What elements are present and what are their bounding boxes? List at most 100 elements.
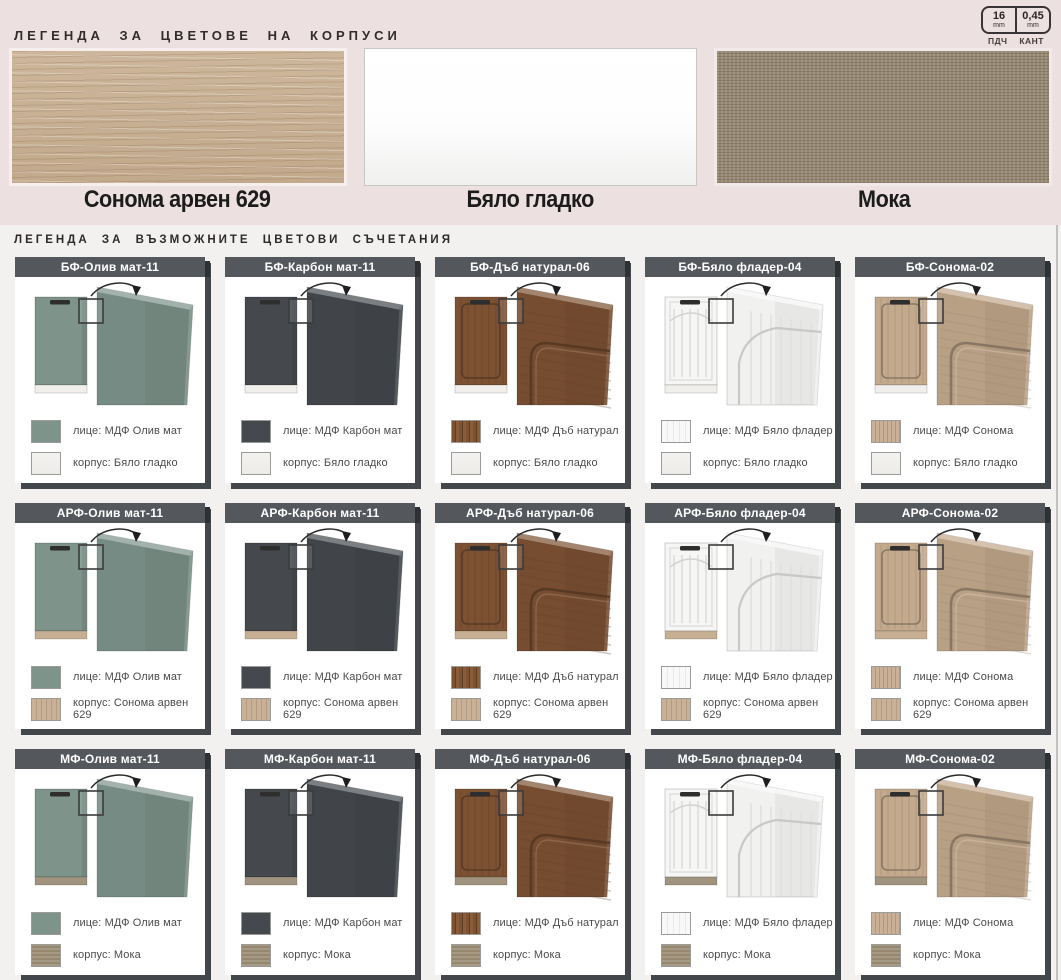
face-label: лице: МДФ Дъб натурал <box>493 917 619 929</box>
cabinet-door-illustration <box>645 769 835 902</box>
combo-card-legend: лице: МДФ Карбон мат корпус: Сонома арве… <box>225 656 415 724</box>
combo-card-legend: лице: МДФ Дъб натурал корпус: Мока <box>435 902 625 970</box>
cabinet-door-illustration <box>645 277 835 410</box>
edge-band-value: 0,45 <box>1022 11 1043 22</box>
body-legend-row: корпус: Сонома арвен 629 <box>31 694 205 724</box>
cabinet-door-illustration <box>225 277 415 410</box>
body-legend-row: корпус: Мока <box>241 940 415 970</box>
swatch-sonoma-arven-629 <box>9 48 347 186</box>
body-label: корпус: Бяло гладко <box>493 457 598 469</box>
body-label: корпус: Сонома арвен 629 <box>283 697 415 721</box>
body-label: корпус: Сонома арвен 629 <box>73 697 205 721</box>
body-label: корпус: Бяло гладко <box>73 457 178 469</box>
body-color-swatch <box>241 944 271 967</box>
face-label: лице: МДФ Бяло фладер <box>703 425 833 437</box>
face-color-swatch <box>31 666 61 689</box>
face-color-swatch <box>661 420 691 443</box>
body-color-swatch <box>241 698 271 721</box>
combo-card: МФ-Карбон мат-11 лице: МДФ Карбон мат ко… <box>225 749 415 975</box>
combo-card: МФ-Бяло фладер-04 лице: МДФ Бяло фладер … <box>645 749 835 975</box>
panel-thickness-unit: mm <box>993 22 1005 30</box>
face-label: лице: МДФ Дъб натурал <box>493 671 619 683</box>
combo-card-legend: лице: МДФ Дъб натурал корпус: Сонома арв… <box>435 656 625 724</box>
face-legend-row: лице: МДФ Олив мат <box>31 416 205 446</box>
combo-card: МФ-Олив мат-11 лице: МДФ Олив мат корпус… <box>15 749 205 975</box>
face-legend-row: лице: МДФ Дъб натурал <box>451 662 625 692</box>
body-label: корпус: Мока <box>913 949 981 961</box>
combo-card-legend: лице: МДФ Сонома корпус: Сонома арвен 62… <box>855 656 1045 724</box>
combo-card-header: МФ-Олив мат-11 <box>15 749 205 769</box>
body-color-swatch <box>871 944 901 967</box>
face-legend-row: лице: МДФ Дъб натурал <box>451 908 625 938</box>
body-label: корпус: Мока <box>73 949 141 961</box>
body-color-swatch <box>661 452 691 475</box>
swatch-name-byalo-gladko: Бяло гладко <box>379 186 682 214</box>
combo-card-legend: лице: МДФ Олив мат корпус: Мока <box>15 902 205 970</box>
body-color-swatch <box>661 944 691 967</box>
edge-band-cell: 0,45 mm <box>1015 8 1049 32</box>
combo-card: АРФ-Сонома-02 лице: МДФ Сонома корпус: С… <box>855 503 1045 729</box>
body-color-swatch <box>451 944 481 967</box>
body-color-swatch <box>451 698 481 721</box>
edge-band-label: КАНТ <box>1019 36 1044 46</box>
face-color-swatch <box>871 666 901 689</box>
face-label: лице: МДФ Бяло фладер <box>703 671 833 683</box>
combo-card: БФ-Дъб натурал-06 лице: МДФ Дъб натурал … <box>435 257 625 483</box>
combo-card-legend: лице: МДФ Карбон мат корпус: Мока <box>225 902 415 970</box>
body-color-swatch <box>241 452 271 475</box>
combo-card-legend: лице: МДФ Бяло фладер корпус: Мока <box>645 902 835 970</box>
face-label: лице: МДФ Сонома <box>913 425 1013 437</box>
combo-card-header: БФ-Бяло фладер-04 <box>645 257 835 277</box>
face-legend-row: лице: МДФ Карбон мат <box>241 662 415 692</box>
combo-card-legend: лице: МДФ Сонома корпус: Бяло гладко <box>855 410 1045 478</box>
body-legend-row: корпус: Сонома арвен 629 <box>451 694 625 724</box>
body-color-swatch <box>871 452 901 475</box>
face-legend-row: лице: МДФ Карбон мат <box>241 416 415 446</box>
body-legend-row: корпус: Сонома арвен 629 <box>871 694 1045 724</box>
cabinet-door-illustration <box>15 769 205 902</box>
face-color-swatch <box>451 912 481 935</box>
swatch-moka <box>714 48 1052 186</box>
body-label: корпус: Бяло гладко <box>913 457 1018 469</box>
body-legend-row: корпус: Бяло гладко <box>241 448 415 478</box>
color-combinations-title: ЛЕГЕНДА ЗА ВЪЗМОЖНИТЕ ЦВЕТОВИ СЪЧЕТАНИЯ <box>14 234 1061 246</box>
combo-card: АРФ-Олив мат-11 лице: МДФ Олив мат корпу… <box>15 503 205 729</box>
body-legend-row: корпус: Бяло гладко <box>661 448 835 478</box>
face-color-swatch <box>871 420 901 443</box>
combo-card: МФ-Сонома-02 лице: МДФ Сонома корпус: Мо… <box>855 749 1045 975</box>
body-label: корпус: Мока <box>283 949 351 961</box>
combo-card-legend: лице: МДФ Бяло фладер корпус: Сонома арв… <box>645 656 835 724</box>
face-label: лице: МДФ Сонома <box>913 671 1013 683</box>
body-colors-section: ЛЕГЕНДА ЗА ЦВЕТОВЕ НА КОРПУСИ 16 mm 0,45… <box>0 0 1061 225</box>
face-legend-row: лице: МДФ Олив мат <box>31 908 205 938</box>
body-color-swatch <box>31 698 61 721</box>
edge-spec-values: 16 mm 0,45 mm <box>981 6 1051 34</box>
combo-card: БФ-Олив мат-11 лице: МДФ Олив мат корпус… <box>15 257 205 483</box>
body-label: корпус: Мока <box>703 949 771 961</box>
face-label: лице: МДФ Олив мат <box>73 425 182 437</box>
face-label: лице: МДФ Карбон мат <box>283 671 402 683</box>
face-legend-row: лице: МДФ Сонома <box>871 908 1045 938</box>
face-legend-row: лице: МДФ Дъб натурал <box>451 416 625 446</box>
face-color-swatch <box>451 666 481 689</box>
edge-spec-box: 16 mm 0,45 mm ПДЧ КАНТ <box>981 6 1051 46</box>
combo-card-header: МФ-Карбон мат-11 <box>225 749 415 769</box>
combo-card: МФ-Дъб натурал-06 лице: МДФ Дъб натурал … <box>435 749 625 975</box>
combo-card-header: АРФ-Карбон мат-11 <box>225 503 415 523</box>
body-color-swatch <box>871 698 901 721</box>
face-label: лице: МДФ Карбон мат <box>283 425 402 437</box>
face-label: лице: МДФ Карбон мат <box>283 917 402 929</box>
face-color-swatch <box>31 420 61 443</box>
color-combinations-section: ЛЕГЕНДА ЗА ВЪЗМОЖНИТЕ ЦВЕТОВИ СЪЧЕТАНИЯ … <box>0 225 1061 980</box>
cabinet-door-illustration <box>435 769 625 902</box>
cabinet-door-illustration <box>225 523 415 656</box>
combo-card: БФ-Сонома-02 лице: МДФ Сонома корпус: Бя… <box>855 257 1045 483</box>
body-legend-row: корпус: Сонома арвен 629 <box>661 694 835 724</box>
face-legend-row: лице: МДФ Олив мат <box>31 662 205 692</box>
combo-card-header: МФ-Сонома-02 <box>855 749 1045 769</box>
body-label: корпус: Бяло гладко <box>703 457 808 469</box>
face-label: лице: МДФ Олив мат <box>73 671 182 683</box>
face-label: лице: МДФ Дъб натурал <box>493 425 619 437</box>
body-legend-row: корпус: Бяло гладко <box>31 448 205 478</box>
face-label: лице: МДФ Олив мат <box>73 917 182 929</box>
